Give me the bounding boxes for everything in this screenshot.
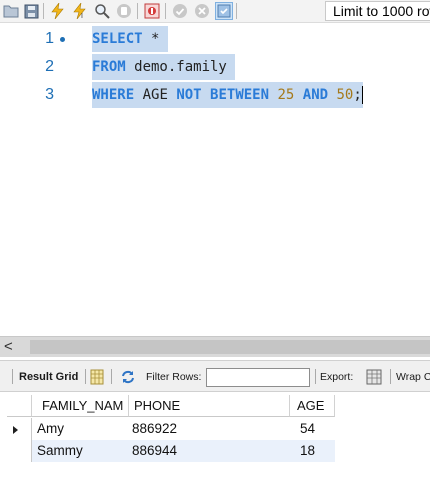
toolbar-separator — [390, 369, 391, 384]
text-caret — [361, 86, 363, 104]
row-marker-header — [7, 395, 32, 417]
code-line: 1 SELECT * — [0, 26, 430, 52]
result-toolbar: Result Grid Filter Rows: Export: Wrap Ce… — [0, 360, 430, 392]
toolbar-separator — [43, 3, 44, 19]
sql-number: 25 — [277, 87, 295, 103]
code-line: 3 WHERE AGE NOT BETWEEN 25 AND 50; — [0, 82, 430, 108]
code-text: SELECT * — [92, 26, 168, 52]
table-row[interactable]: Amy 886922 54 — [7, 418, 335, 440]
code-text: FROM demo.family — [92, 54, 236, 80]
sql-text: * — [142, 31, 160, 47]
query-toolbar: I Limit to 1000 rows — [0, 0, 430, 23]
scrollbar-track[interactable] — [30, 340, 430, 354]
cell-age[interactable]: 18 — [290, 440, 335, 462]
execute-icon[interactable] — [49, 2, 67, 20]
sql-keyword: NOT BETWEEN — [176, 87, 270, 103]
row-marker — [7, 418, 32, 440]
statement-marker-icon — [60, 37, 65, 42]
grid-columns-icon[interactable] — [90, 369, 106, 385]
sql-keyword: WHERE — [92, 87, 135, 103]
toolbar-separator — [85, 369, 86, 384]
cell-phone[interactable]: 886922 — [129, 418, 290, 440]
current-row-icon — [13, 426, 18, 434]
cell-phone[interactable]: 886944 — [129, 440, 290, 462]
column-header-age[interactable]: AGE — [290, 395, 335, 417]
horizontal-scrollbar[interactable]: < — [0, 336, 430, 357]
line-number: 1 — [45, 30, 54, 47]
filter-rows-label: Filter Rows: — [146, 371, 202, 383]
code-line: 2 FROM demo.family — [0, 54, 430, 80]
scroll-left-icon[interactable]: < — [4, 339, 13, 355]
toolbar-separator — [137, 3, 138, 19]
limit-rows-select[interactable]: Limit to 1000 rows — [325, 1, 430, 21]
sql-identifier: AGE — [134, 87, 177, 103]
execute-current-icon[interactable]: I — [71, 2, 89, 20]
line-number: 2 — [45, 58, 54, 75]
column-header-family-name[interactable]: FAMILY_NAM — [32, 395, 129, 417]
sql-keyword: AND — [302, 87, 329, 103]
autocommit-icon[interactable] — [215, 2, 233, 20]
export-icon[interactable] — [366, 369, 382, 385]
sql-number: 50 — [336, 87, 354, 103]
sql-terminator: ; — [353, 87, 362, 103]
toolbar-separator — [111, 369, 112, 384]
svg-text:I: I — [81, 13, 83, 19]
commit-icon[interactable] — [171, 2, 189, 20]
column-header-phone[interactable]: PHONE — [129, 395, 290, 417]
toolbar-separator — [165, 3, 166, 19]
cell-age[interactable]: 54 — [290, 418, 335, 440]
refresh-icon[interactable] — [120, 369, 136, 385]
filter-rows-input[interactable] — [206, 368, 310, 387]
rollback-icon[interactable] — [193, 2, 211, 20]
cell-family-name[interactable]: Sammy — [32, 440, 129, 462]
open-folder-icon[interactable] — [2, 2, 20, 20]
toggle-error-icon[interactable] — [143, 2, 161, 20]
toolbar-separator — [315, 369, 316, 384]
result-grid-tab[interactable]: Result Grid — [19, 371, 78, 383]
line-number: 3 — [45, 86, 54, 103]
toolbar-separator — [12, 369, 13, 384]
row-marker — [7, 440, 32, 462]
stop-icon[interactable] — [115, 2, 133, 20]
toolbar-separator — [236, 3, 237, 19]
explain-icon[interactable] — [93, 2, 111, 20]
table-row[interactable]: Sammy 886944 18 — [7, 440, 335, 462]
export-label: Export: — [320, 371, 354, 383]
sql-keyword: FROM — [92, 59, 126, 75]
save-icon[interactable] — [22, 2, 40, 20]
wrap-cell-content-label[interactable]: Wrap Cell Content — [396, 371, 430, 383]
sql-editor[interactable]: 1 SELECT * 2 FROM demo.family 3 WHERE AG… — [0, 23, 430, 335]
sql-keyword: SELECT — [92, 31, 143, 47]
code-text: WHERE AGE NOT BETWEEN 25 AND 50; — [92, 82, 363, 108]
cell-family-name[interactable]: Amy — [32, 418, 129, 440]
sql-text: demo.family — [125, 59, 227, 75]
